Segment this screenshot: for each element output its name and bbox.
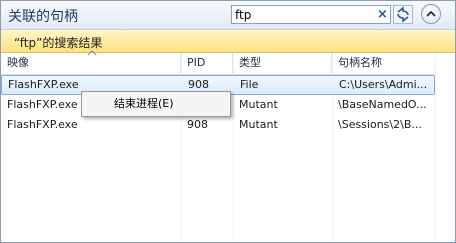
table-header: 映像 PID 类型 句柄名称	[1, 50, 435, 75]
associated-handles-window: 关联的句柄 × “ftp”的搜索结果 映像 PID	[0, 0, 456, 243]
title-bar: 关联的句柄 ×	[1, 1, 455, 30]
column-header-type-label: 类型	[239, 56, 261, 69]
cell-handle-name: \BaseNamedO...	[338, 98, 427, 111]
cell-pid: 908	[187, 118, 208, 131]
cell-handle-name: \Sessions\2\B...	[338, 118, 422, 131]
column-header-handle-name[interactable]: 句柄名称	[332, 53, 435, 74]
collapse-button[interactable]	[421, 4, 441, 24]
cell-image: FlashFXP.exe	[7, 118, 78, 131]
search-input[interactable]	[235, 7, 373, 22]
refresh-icon	[397, 6, 409, 23]
column-header-pid[interactable]: PID	[181, 53, 233, 74]
column-header-handle-name-label: 句柄名称	[338, 56, 382, 69]
cell-type: Mutant	[239, 118, 278, 131]
column-header-type[interactable]: 类型	[233, 53, 332, 74]
cell-type: File	[240, 78, 259, 91]
search-box[interactable]: ×	[231, 5, 391, 24]
column-header-image-label: 映像	[7, 56, 29, 69]
vertical-scrollbar[interactable]	[435, 53, 455, 242]
window-title: 关联的句柄	[8, 9, 78, 25]
column-header-pid-label: PID	[187, 56, 206, 69]
cell-handle-name: C:\Users\Admi...	[339, 78, 428, 91]
chevron-up-icon	[426, 10, 436, 17]
column-header-image[interactable]: 映像	[1, 50, 181, 74]
table-row[interactable]: FlashFXP.exe 908 Mutant \Sessions\2\B...	[1, 115, 435, 135]
refresh-button[interactable]	[393, 5, 413, 24]
search-results-label: “ftp”的搜索结果	[14, 36, 103, 50]
context-menu: 结束进程(E)	[81, 91, 231, 117]
sort-ascending-icon	[87, 50, 97, 56]
cell-type: Mutant	[239, 98, 278, 111]
menu-item-end-process[interactable]: 结束进程(E)	[85, 95, 227, 113]
close-icon[interactable]: ×	[377, 7, 388, 22]
search-results-bar: “ftp”的搜索结果	[1, 30, 455, 53]
